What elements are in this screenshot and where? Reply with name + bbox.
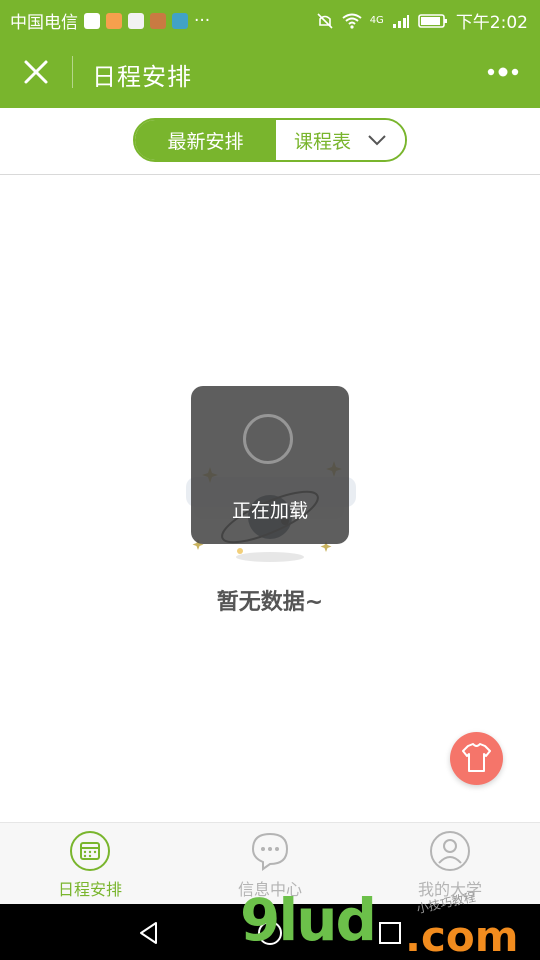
app-icon-book [172,12,188,29]
more-notifications: ··· [194,10,211,31]
status-right: 4G 下午2:02 [316,8,528,33]
chat-icon [251,832,289,871]
tab-info-center[interactable]: 信息中心 [180,823,360,905]
app-icon-bear [150,12,166,29]
system-nav-bar [0,904,540,960]
signal-icon [392,14,409,28]
heart-app-icon [84,12,100,29]
page-title: 日程安排 [92,63,192,91]
back-icon[interactable] [136,920,162,946]
segment-bar: 最新安排 课程表 [0,108,540,175]
tab-latest-schedule[interactable]: 最新安排 [135,120,276,160]
user-icon [430,831,470,871]
carrier-label: 中国电信 [10,13,78,33]
battery-icon [418,13,447,28]
chevron-down-icon [368,135,386,146]
header-divider [72,56,73,88]
home-icon[interactable] [257,920,283,946]
mute-icon [317,12,333,29]
empty-state-text: 暂无数据~ [216,590,324,615]
shirt-icon [462,743,491,772]
recents-icon[interactable] [377,920,403,946]
network-label: 4G [369,15,384,26]
tab-label: 信息中心 [237,880,302,899]
app-icon-map [128,12,144,29]
app-icon-orange [106,12,122,29]
app-header: 日程安排 [0,36,540,108]
loading-text: 正在加载 [231,500,308,522]
loading-spinner-icon [243,414,293,464]
timetable-label: 课程表 [293,130,351,153]
tab-my-university[interactable]: 我的大学 [360,823,540,905]
tab-label: 我的大学 [417,880,482,899]
status-left: 中国电信 ··· [10,8,211,34]
close-icon[interactable] [18,54,54,90]
wifi-icon [342,13,362,29]
screen: 中国电信 ··· 4G 下午2:02 日程安排 最新安排 课程表 暂无数据~ 正… [0,0,540,960]
loading-toast: 正在加载 [191,386,349,544]
bottom-tab-bar: 日程安排 信息中心 我的大学 [0,822,540,905]
status-bar: 中国电信 ··· 4G 下午2:02 [0,0,540,36]
tab-timetable[interactable]: 课程表 [276,120,405,160]
floating-action-button[interactable] [450,732,503,785]
more-dots-icon[interactable] [486,62,520,82]
time-label: 下午2:02 [455,13,528,33]
tab-label: 日程安排 [57,880,122,899]
segment-control: 最新安排 课程表 [133,118,407,162]
calendar-icon [70,831,110,871]
tab-schedule[interactable]: 日程安排 [0,823,180,905]
